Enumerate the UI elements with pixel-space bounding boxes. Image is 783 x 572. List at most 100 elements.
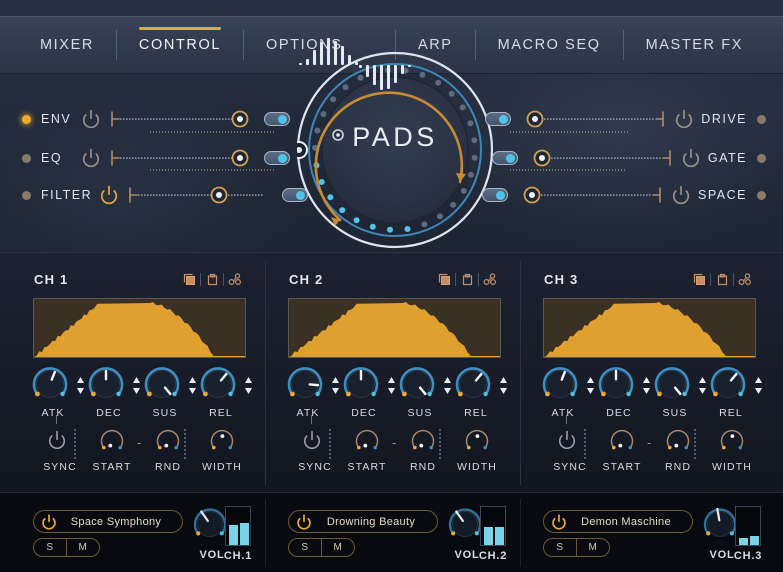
envelope-display[interactable] (288, 298, 501, 358)
master-dial[interactable]: PADS (297, 34, 493, 266)
sub-control-width[interactable]: WIDTH (703, 425, 761, 481)
channel-panels: CH 1 ATK DEC SUS REL SYNC START RND WIDT… (0, 252, 783, 492)
power-icon[interactable] (80, 147, 102, 169)
knob-stepper-arrows[interactable] (586, 377, 595, 394)
power-icon[interactable] (80, 108, 102, 130)
sub-control-start[interactable]: START (338, 425, 396, 481)
level-meter (735, 506, 761, 546)
sync-power-icon[interactable] (556, 429, 578, 456)
toggle-space[interactable] (482, 188, 509, 202)
link-icon[interactable] (734, 270, 756, 288)
nav-tab-master-fx[interactable]: MASTER FX (624, 17, 765, 73)
sync-power-icon[interactable] (46, 429, 68, 456)
sub-control-label: SYNC (43, 461, 77, 473)
knob-stepper-arrows[interactable] (642, 377, 651, 394)
control-label: GATE (707, 151, 747, 165)
toggle-env[interactable] (264, 112, 290, 126)
slider-drive[interactable] (517, 108, 667, 130)
link-icon[interactable] (224, 270, 246, 288)
nav-tab-label: MACRO SEQ (497, 37, 601, 53)
slider-env[interactable] (108, 108, 258, 130)
knob-stepper-arrows[interactable] (698, 377, 707, 394)
sub-control-start[interactable]: START (593, 425, 651, 481)
nav-tab-label: MASTER FX (645, 37, 743, 53)
knob-sus[interactable]: SUS (398, 365, 452, 423)
knob-stepper-arrows[interactable] (132, 377, 141, 394)
preset-selector[interactable]: Space Symphony (33, 510, 183, 533)
knob-atk[interactable]: ATK (286, 365, 340, 423)
knob-stepper-arrows[interactable] (188, 377, 197, 394)
mute-button[interactable]: M (67, 539, 99, 556)
channel-panel-1: CH 1 ATK DEC SUS REL SYNC START RND WIDT… (13, 253, 264, 493)
knob-rel[interactable]: REL (454, 365, 508, 423)
envelope-display[interactable] (543, 298, 756, 358)
copy-icon[interactable] (433, 270, 455, 288)
level-meter (225, 506, 251, 546)
sub-control-sync[interactable]: SYNC (541, 415, 599, 481)
toggle-drive[interactable] (485, 112, 512, 126)
knob-atk[interactable]: ATK (541, 365, 595, 423)
toggle-eq[interactable] (264, 151, 290, 165)
knob-rel[interactable]: REL (709, 365, 763, 423)
sub-control-width[interactable]: WIDTH (448, 425, 506, 481)
knob-sus[interactable]: SUS (653, 365, 707, 423)
solo-button[interactable]: S (289, 539, 321, 556)
copy-icon[interactable] (178, 270, 200, 288)
toggle-gate[interactable] (491, 151, 518, 165)
toggle-filter[interactable] (282, 188, 309, 202)
sub-control-sync[interactable]: SYNC (31, 415, 89, 481)
slider-eq[interactable] (108, 147, 258, 169)
sync-power-icon[interactable] (301, 429, 323, 456)
slider-filter[interactable] (126, 184, 276, 206)
strip-divider (265, 499, 266, 567)
knob-stepper-arrows[interactable] (331, 377, 340, 394)
mute-button[interactable]: M (577, 539, 609, 556)
nav-tab-macro-seq[interactable]: MACRO SEQ (476, 17, 623, 73)
power-icon[interactable] (680, 147, 702, 169)
power-icon[interactable] (98, 184, 120, 206)
slider-gate[interactable] (524, 147, 674, 169)
meter-bar-right (240, 523, 249, 545)
knob-stepper-arrows[interactable] (76, 377, 85, 394)
knob-stepper-arrows[interactable] (499, 377, 508, 394)
copy-icon[interactable] (688, 270, 710, 288)
sub-control-sync[interactable]: SYNC (286, 415, 344, 481)
preset-power-icon[interactable] (38, 513, 60, 531)
power-icon[interactable] (670, 184, 692, 206)
knob-label: DEC (606, 407, 632, 419)
nav-tab-mixer[interactable]: MIXER (18, 17, 116, 73)
envelope-display[interactable] (33, 298, 246, 358)
knob-sus[interactable]: SUS (143, 365, 197, 423)
knob-dec[interactable]: DEC (597, 365, 651, 423)
paste-icon[interactable] (201, 270, 223, 288)
paste-icon[interactable] (456, 270, 478, 288)
knob-dec[interactable]: DEC (87, 365, 141, 423)
knob-stepper-arrows[interactable] (754, 377, 763, 394)
preset-power-icon[interactable] (548, 513, 570, 531)
mute-button[interactable]: M (322, 539, 354, 556)
sub-control-rnd[interactable]: RND (139, 425, 197, 481)
solo-button[interactable]: S (544, 539, 576, 556)
paste-icon[interactable] (711, 270, 733, 288)
nav-tab-control[interactable]: CONTROL (117, 17, 243, 73)
knob-rel[interactable]: REL (199, 365, 253, 423)
preset-selector[interactable]: Drowning Beauty (288, 510, 438, 533)
solo-button[interactable]: S (34, 539, 66, 556)
control-label: EQ (41, 151, 63, 165)
meter-bar-right (495, 527, 504, 545)
link-icon[interactable] (479, 270, 501, 288)
preset-selector[interactable]: Demon Maschine (543, 510, 693, 533)
power-icon[interactable] (673, 108, 695, 130)
sub-control-start[interactable]: START (83, 425, 141, 481)
sub-control-width[interactable]: WIDTH (193, 425, 251, 481)
knob-stepper-arrows[interactable] (244, 377, 253, 394)
slider-space[interactable] (514, 184, 664, 206)
sub-control-rnd[interactable]: RND (394, 425, 452, 481)
preset-power-icon[interactable] (293, 513, 315, 531)
knob-stepper-arrows[interactable] (387, 377, 396, 394)
led-indicator-eq (22, 153, 31, 163)
sub-control-rnd[interactable]: RND (649, 425, 707, 481)
knob-dec[interactable]: DEC (342, 365, 396, 423)
knob-stepper-arrows[interactable] (443, 377, 452, 394)
knob-atk[interactable]: ATK (31, 365, 85, 423)
